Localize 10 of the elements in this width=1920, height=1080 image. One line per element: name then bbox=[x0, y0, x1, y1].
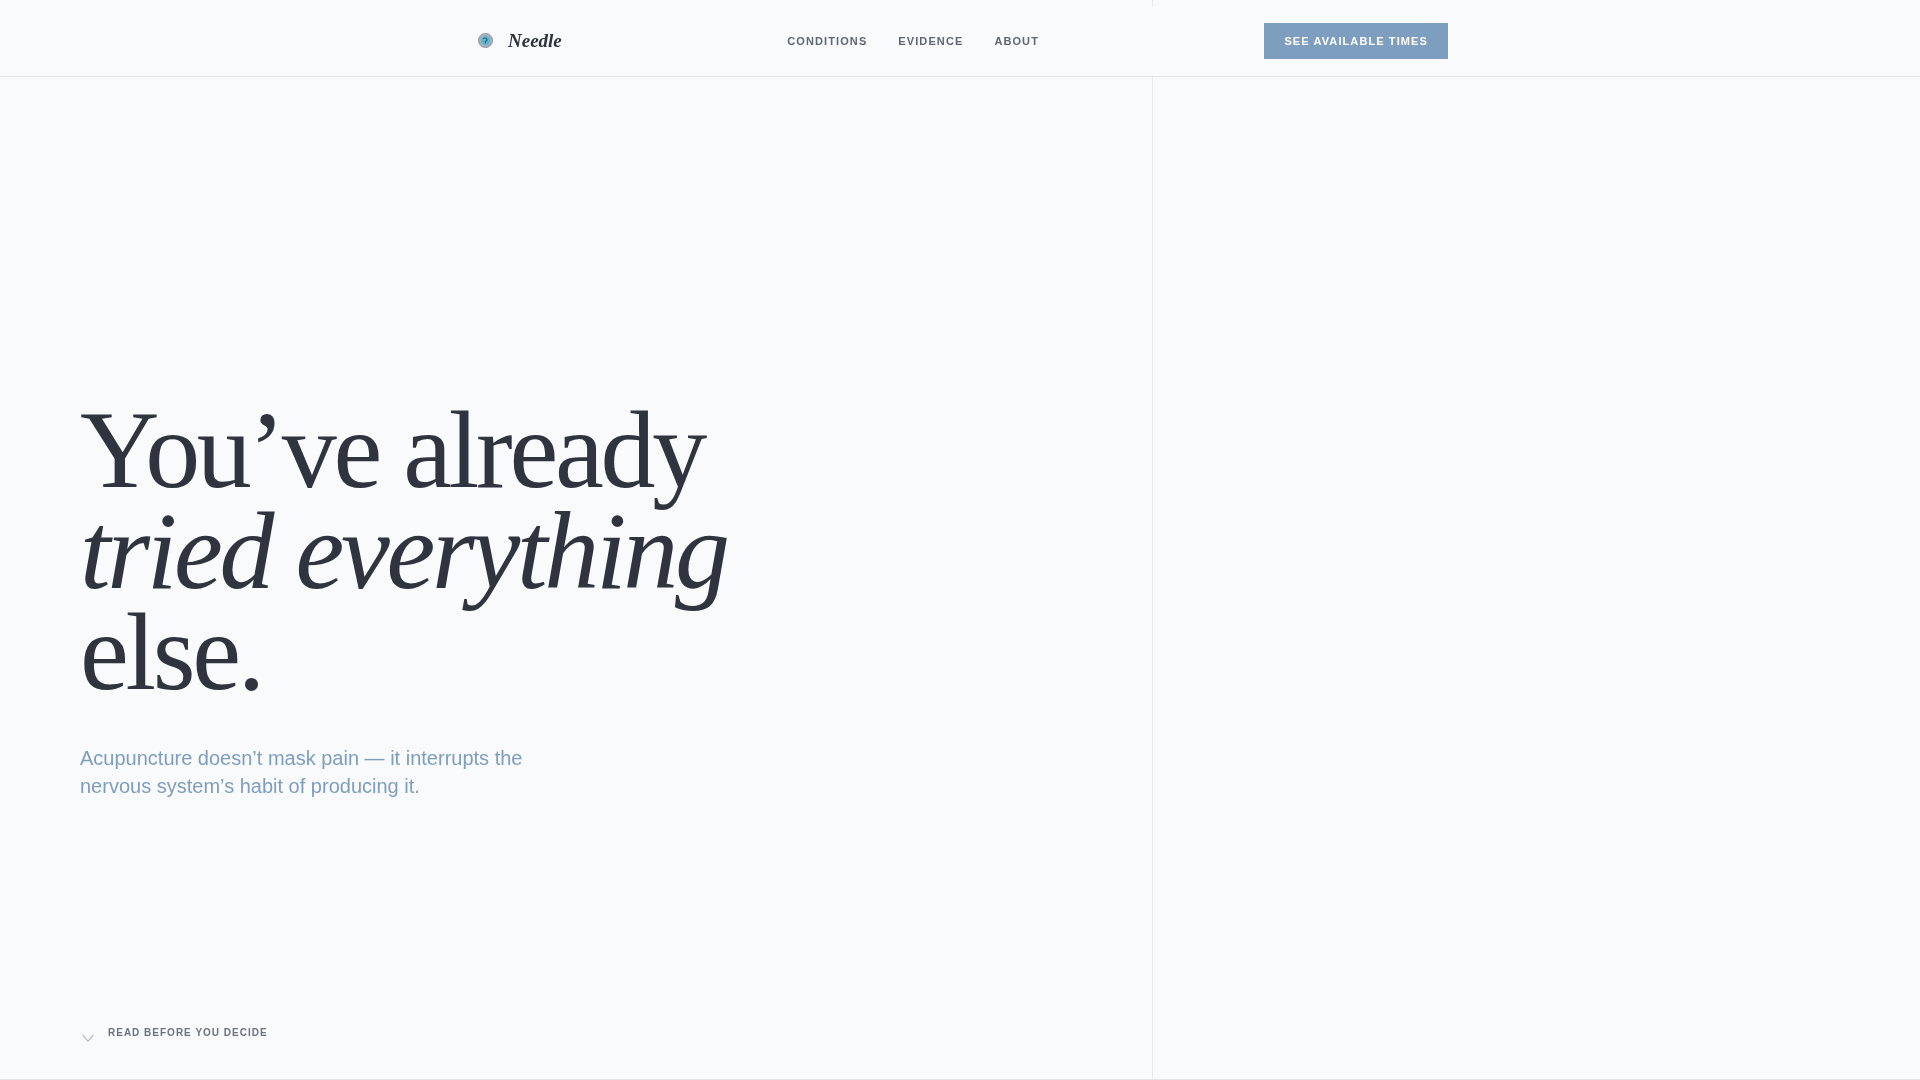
cta-button[interactable]: SEE AVAILABLE TIMES bbox=[1264, 22, 1448, 59]
hero-headline: You’ve already tried everything else. bbox=[80, 400, 728, 703]
chevron-down-icon bbox=[82, 1034, 94, 1042]
nav-link[interactable]: ABOUT bbox=[994, 33, 1039, 48]
nav-link[interactable]: EVIDENCE bbox=[898, 33, 964, 48]
logo-link[interactable]: Needle bbox=[478, 28, 562, 53]
hero-subtitle: Acupuncture doesn’t mask pain — it interrupts the nervous system’s habit of producing it. bbox=[80, 746, 524, 799]
scroll-link[interactable]: READ BEFORE YOU DECIDE bbox=[80, 1026, 268, 1042]
logo-icon bbox=[478, 33, 493, 48]
nav-link[interactable]: CONDITIONS bbox=[787, 33, 868, 48]
